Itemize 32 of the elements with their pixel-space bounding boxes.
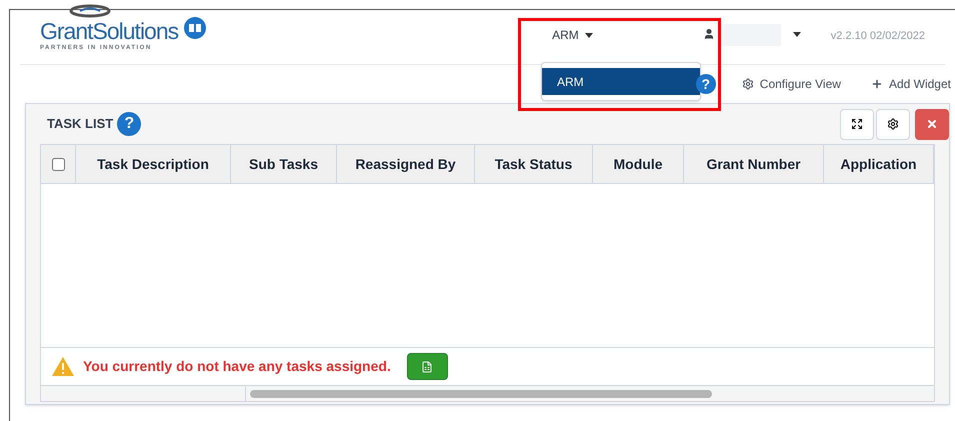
column-header[interactable]: Task Status [475, 145, 593, 183]
book-icon[interactable] [184, 17, 206, 39]
widget-title: TASK LIST [47, 115, 114, 134]
plus-icon [870, 78, 883, 90]
toolbar-action-button[interactable]: Add Widget [870, 75, 951, 93]
spreadsheet-icon [421, 360, 434, 372]
toolbar-action-button[interactable]: Configure View [742, 75, 841, 93]
gear-icon [742, 78, 754, 90]
column-header[interactable]: Module [593, 145, 684, 183]
column-header[interactable]: Reassigned By [337, 145, 475, 183]
column-header[interactable]: Grant Number [684, 145, 824, 183]
caret-icon [792, 32, 801, 37]
column-header[interactable]: Task Description [76, 145, 231, 183]
menu-item[interactable]: ARM [542, 68, 700, 95]
user-icon [702, 28, 715, 40]
close-button[interactable] [915, 108, 949, 140]
horizontal-scrollbar[interactable] [250, 390, 712, 398]
warning-icon [51, 356, 75, 377]
close-icon [926, 118, 938, 130]
help-icon[interactable]: ? [117, 112, 142, 136]
settings-icon [887, 118, 899, 130]
expand-icon [851, 118, 863, 130]
column-header[interactable]: Application [824, 145, 934, 183]
expand-button[interactable] [840, 108, 874, 140]
settings-button[interactable] [876, 108, 910, 140]
empty-message: You currently do not have any tasks assigned. [83, 357, 391, 376]
select-all-checkbox[interactable] [52, 158, 64, 170]
caret-icon [584, 32, 593, 38]
version-text: v2.2.10 02/02/2022 [830, 29, 925, 44]
redacted-username [720, 24, 781, 46]
column-header[interactable]: Sub Tasks [231, 145, 337, 183]
excel-export-button[interactable] [406, 353, 448, 380]
